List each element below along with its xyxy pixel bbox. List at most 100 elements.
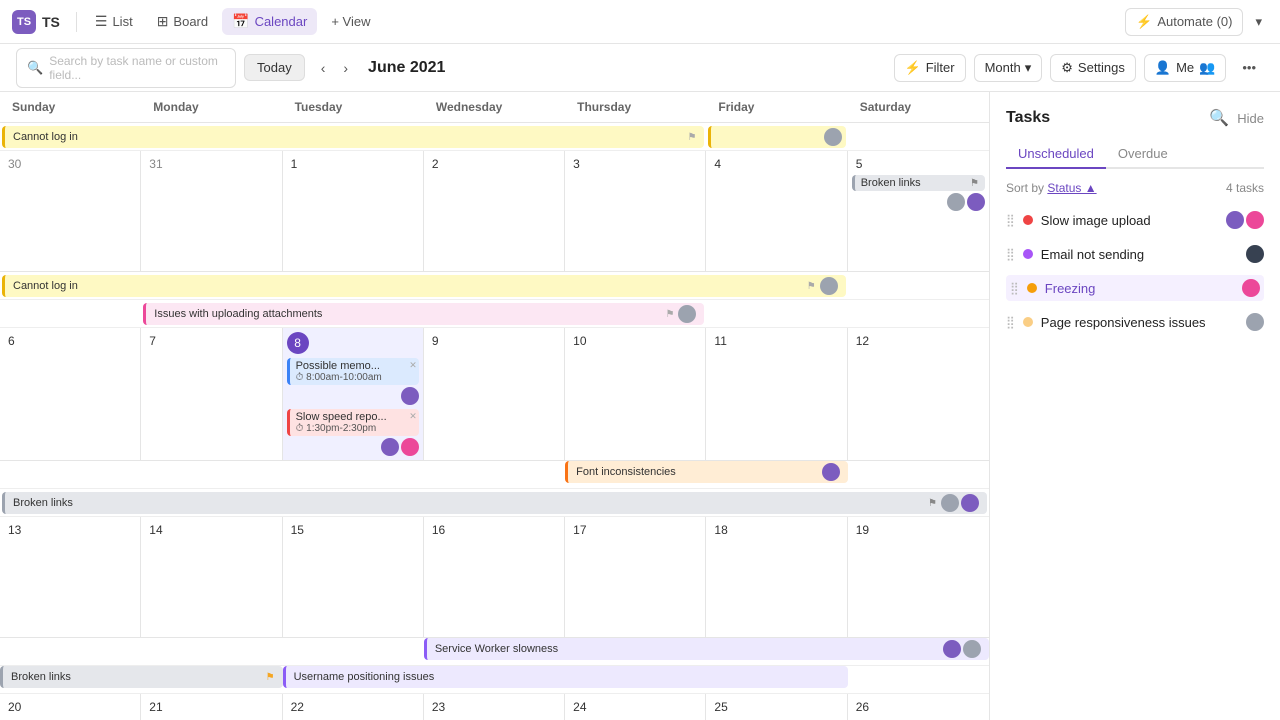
hide-button[interactable]: Hide [1237, 111, 1264, 126]
day-jun4[interactable]: 4 [706, 151, 847, 271]
event-label: Font inconsistencies [576, 466, 676, 478]
day-number: 16 [428, 521, 560, 539]
month-dropdown[interactable]: Month ▾ [974, 54, 1043, 82]
more-options-button[interactable]: ••• [1234, 56, 1264, 79]
task-item-slow-image[interactable]: ⣿ Slow image upload [1006, 207, 1264, 233]
sort-row: Sort by Status ▲ 4 tasks [1006, 181, 1264, 195]
day-number: 21 [145, 698, 277, 716]
day-jun16[interactable]: 16 [424, 517, 565, 637]
flag-icon: ⚑ [687, 132, 696, 143]
avatar2 [961, 494, 979, 512]
today-button[interactable]: Today [244, 54, 305, 81]
toolbar-right: ⚡ Filter Month ▾ ⚙ Settings 👤 Me 👥 ••• [894, 54, 1264, 82]
week-2: Cannot log in ⚑ Issues with uploading at… [0, 272, 989, 489]
filter-button[interactable]: ⚡ Filter [894, 54, 966, 82]
day-number: 20 [4, 698, 136, 716]
header-saturday: Saturday [848, 92, 989, 122]
day-jun11[interactable]: 11 [706, 328, 847, 460]
day-number: 7 [145, 332, 277, 350]
day-jun8[interactable]: 8 Possible memo... ⏱ 8:00am-10:00am ✕ [283, 328, 424, 460]
possible-memory-event[interactable]: Possible memo... ⏱ 8:00am-10:00am ✕ [287, 358, 419, 385]
day-jun3[interactable]: 3 [565, 151, 706, 271]
task-count: 4 tasks [1226, 181, 1264, 195]
service-worker-event[interactable]: Service Worker slowness [424, 638, 989, 660]
next-month-button[interactable]: › [335, 56, 356, 80]
day-jun25[interactable]: 25 [706, 694, 847, 720]
day-number: 15 [287, 521, 419, 539]
day-jun14[interactable]: 14 [141, 517, 282, 637]
tab-overdue[interactable]: Overdue [1106, 140, 1180, 169]
cannot-log-in-fri[interactable] [708, 126, 845, 148]
tabs: Unscheduled Overdue [1006, 140, 1264, 169]
day-number: 19 [852, 521, 985, 539]
day-jun17[interactable]: 17 [565, 517, 706, 637]
day-jun6[interactable]: 6 [0, 328, 141, 460]
day-jun7[interactable]: 7 [141, 328, 282, 460]
username-positioning-event[interactable]: Username positioning issues [283, 666, 848, 688]
sidebar: Tasks 🔍 Hide Unscheduled Overdue Sort by… [990, 92, 1280, 720]
logo-icon: TS [12, 10, 36, 34]
day-jun18[interactable]: 18 [706, 517, 847, 637]
sidebar-header: Tasks 🔍 Hide [1006, 108, 1264, 128]
tab-unscheduled[interactable]: Unscheduled [1006, 140, 1106, 169]
day-jun26[interactable]: 26 [848, 694, 989, 720]
day-jun5[interactable]: 5 Broken links ⚑ [848, 151, 989, 271]
slow-speed-event[interactable]: Slow speed repo... ⏱ 1:30pm-2:30pm ✕ [287, 409, 419, 436]
nav-board[interactable]: ⊞ Board [147, 8, 218, 35]
day-may31[interactable]: 31 [141, 151, 282, 271]
day-jun19[interactable]: 19 [848, 517, 989, 637]
task-item-email[interactable]: ⣿ Email not sending [1006, 241, 1264, 267]
day-jun10[interactable]: 10 [565, 328, 706, 460]
task-dot [1023, 215, 1033, 225]
day-jun24[interactable]: 24 [565, 694, 706, 720]
day-number: 30 [4, 155, 136, 173]
nav-right: ⚡ Automate (0) ▾ [1125, 8, 1268, 36]
settings-button[interactable]: ⚙ Settings [1050, 54, 1136, 82]
week1-days: 30 31 1 2 3 4 [0, 151, 989, 272]
nav-calendar[interactable]: 📅 Calendar [222, 8, 317, 35]
day-jun1[interactable]: 1 [283, 151, 424, 271]
cannot-log-in-event-week1[interactable]: Cannot log in ⚑ [2, 126, 704, 148]
day-number: 5 [852, 155, 985, 173]
day-jun2[interactable]: 2 [424, 151, 565, 271]
event-label: Username positioning issues [294, 671, 435, 683]
broken-links-week3[interactable]: Broken links ⚑ [2, 492, 987, 514]
day-jun15[interactable]: 15 [283, 517, 424, 637]
nav-divider [76, 12, 77, 32]
avatar [947, 193, 965, 211]
nav-list[interactable]: ☰ List [85, 8, 143, 35]
task-dot [1027, 283, 1037, 293]
day-number: 2 [428, 155, 560, 173]
sort-field[interactable]: Status ▲ [1047, 181, 1096, 195]
day-jun20[interactable]: 20 [0, 694, 141, 720]
broken-links-event-jun5[interactable]: Broken links ⚑ [852, 175, 985, 191]
issues-uploading-event[interactable]: Issues with uploading attachments ⚑ [143, 303, 704, 325]
app-logo: TS TS [12, 10, 60, 34]
event-label: Cannot log in [13, 131, 78, 143]
day-jun9[interactable]: 9 [424, 328, 565, 460]
day-jun21[interactable]: 21 [141, 694, 282, 720]
prev-month-button[interactable]: ‹ [313, 56, 334, 80]
day-jun22[interactable]: 22 [283, 694, 424, 720]
add-view-label: + View [331, 14, 370, 29]
search-icon-btn[interactable]: 🔍 [1209, 108, 1229, 128]
task-item-page-responsiveness[interactable]: ⣿ Page responsiveness issues [1006, 309, 1264, 335]
day-number: 25 [710, 698, 842, 716]
automate-chevron[interactable]: ▾ [1249, 10, 1268, 34]
day-jun13[interactable]: 13 [0, 517, 141, 637]
font-inconsistencies-event[interactable]: Font inconsistencies [565, 461, 848, 483]
search-box[interactable]: 🔍 Search by task name or custom field... [16, 48, 236, 88]
task-item-freezing[interactable]: ⣿ Freezing [1006, 275, 1264, 301]
toolbar: 🔍 Search by task name or custom field...… [0, 44, 1280, 92]
day-jun12[interactable]: 12 [848, 328, 989, 460]
event-label: Broken links [13, 497, 73, 509]
flag-icon: ⚑ [807, 281, 816, 292]
broken-links-week4[interactable]: Broken links ⚑ [0, 666, 283, 688]
day-may30[interactable]: 30 [0, 151, 141, 271]
add-view-btn[interactable]: + View [321, 9, 380, 34]
cannot-log-in-week2[interactable]: Cannot log in ⚑ [2, 275, 846, 297]
automate-button[interactable]: ⚡ Automate (0) [1125, 8, 1243, 36]
day-number: 4 [710, 155, 842, 173]
day-jun23[interactable]: 23 [424, 694, 565, 720]
me-button[interactable]: 👤 Me 👥 [1144, 54, 1226, 82]
